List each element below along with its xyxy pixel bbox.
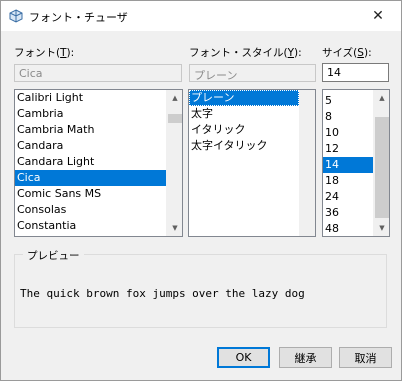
font-style-list-scrollbar: [299, 90, 315, 236]
font-chooser-dialog: フォント・チューザ ✕ フォント(T): Cica Calibri Light C…: [0, 0, 402, 381]
size-list[interactable]: 5 8 10 12 14 18 24 36 48 ▲ ▼: [322, 89, 390, 237]
font-list-item[interactable]: Candara Light: [15, 154, 182, 170]
size-list-scrollbar[interactable]: ▲ ▼: [373, 90, 389, 236]
scroll-thumb[interactable]: [168, 114, 182, 123]
close-icon[interactable]: ✕: [355, 1, 401, 31]
font-list-item[interactable]: Constantia: [15, 218, 182, 234]
cancel-button[interactable]: 取消: [339, 347, 392, 368]
font-list[interactable]: Calibri Light Cambria Cambria Math Candara C…: [14, 89, 183, 237]
font-style-list-items: プレーン 太字 イタリック 太字イタリック: [189, 90, 299, 154]
font-style-list[interactable]: プレーン 太字 イタリック 太字イタリック: [188, 89, 316, 237]
font-style-label: フォント・スタイル(Y):: [189, 47, 302, 59]
font-list-item[interactable]: Cica: [15, 170, 182, 186]
font-list-item[interactable]: Consolas: [15, 202, 182, 218]
inherit-button[interactable]: 継承: [279, 347, 332, 368]
title-bar: フォント・チューザ ✕: [1, 1, 401, 31]
scroll-up-arrow-icon[interactable]: ▲: [167, 90, 182, 106]
scroll-up-arrow-icon[interactable]: ▲: [374, 90, 389, 106]
java-app-icon: [9, 9, 23, 23]
font-style-field: プレーン: [189, 64, 316, 82]
font-name-field: Cica: [14, 64, 182, 82]
font-label: フォント(T):: [14, 47, 75, 59]
font-list-item[interactable]: Cambria: [15, 106, 182, 122]
size-label: サイズ(S):: [322, 47, 372, 59]
size-input[interactable]: 14: [322, 63, 389, 82]
preview-label: プレビュー: [23, 248, 84, 263]
style-list-item[interactable]: 太字イタリック: [189, 138, 299, 154]
window-title: フォント・チューザ: [29, 11, 128, 24]
ok-button[interactable]: OK: [217, 347, 270, 368]
style-list-item[interactable]: 太字: [189, 106, 299, 122]
font-list-item[interactable]: Cambria Math: [15, 122, 182, 138]
font-list-item[interactable]: Calibri Light: [15, 90, 182, 106]
scroll-thumb[interactable]: [375, 117, 389, 218]
preview-text: The quick brown fox jumps over the lazy …: [20, 287, 305, 300]
font-list-scrollbar[interactable]: ▲ ▼: [166, 90, 182, 236]
font-list-item[interactable]: Comic Sans MS: [15, 186, 182, 202]
scroll-down-arrow-icon[interactable]: ▼: [374, 220, 389, 236]
style-list-item[interactable]: イタリック: [189, 122, 299, 138]
scroll-down-arrow-icon[interactable]: ▼: [167, 220, 182, 236]
preview-group: プレビュー The quick brown fox jumps over the…: [14, 248, 387, 328]
font-list-item[interactable]: Candara: [15, 138, 182, 154]
font-list-items: Calibri Light Cambria Cambria Math Candara C…: [15, 90, 182, 234]
style-list-item[interactable]: プレーン: [189, 90, 299, 106]
